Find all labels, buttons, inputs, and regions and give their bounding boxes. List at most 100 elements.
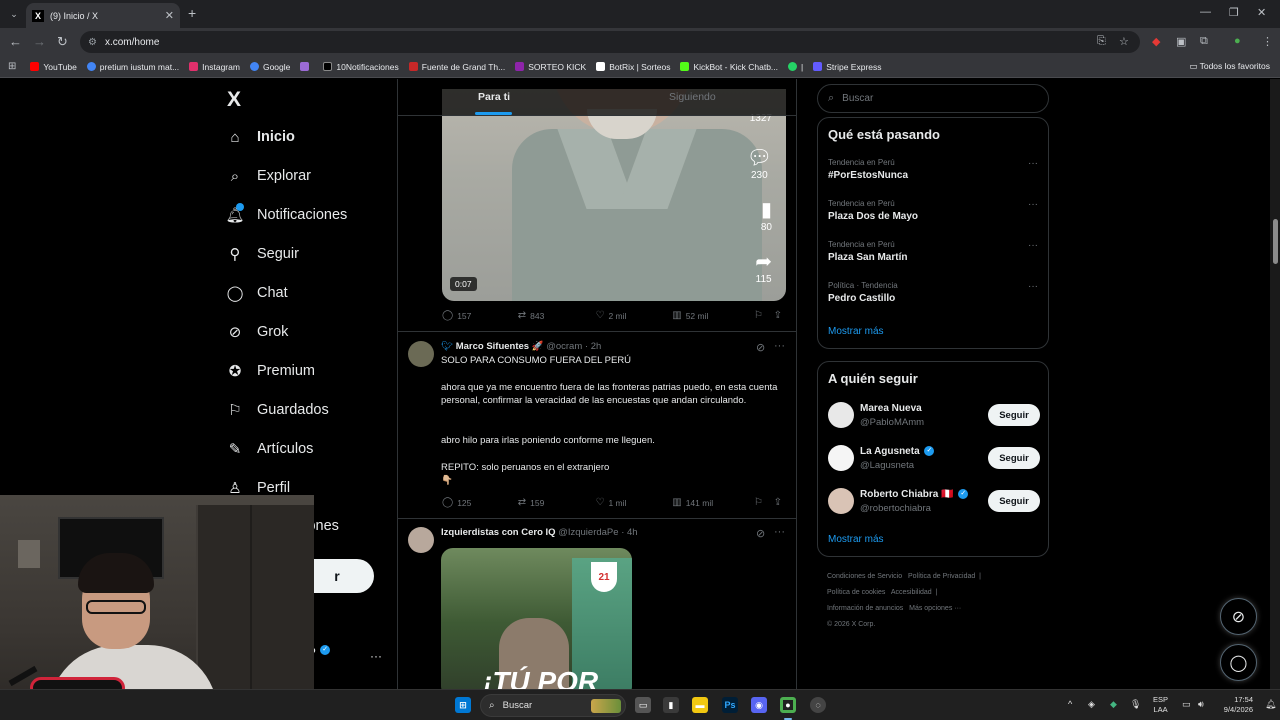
author-handle[interactable]: @IzquierdaPe [558,527,618,538]
repost-button[interactable]: ⇄ 159 [518,497,596,508]
footer-link[interactable]: Más opciones ··· [909,605,961,612]
extension-icon[interactable]: ▣ [1176,35,1186,48]
avatar[interactable] [408,527,434,553]
nav-grok[interactable]: ⊘ Grok [226,323,289,341]
nav-notifications[interactable]: 🔔︎ Notificaciones [225,203,347,224]
tab-following[interactable]: Siguiendo [669,91,716,103]
grok-icon[interactable]: ⊘ [756,341,765,354]
footer-link[interactable]: Información de anuncios [827,605,903,612]
avatar[interactable] [408,341,434,367]
profile-avatar-icon[interactable]: ● [1234,35,1241,47]
tab-for-you[interactable]: Para ti [478,91,510,103]
author-name[interactable]: Izquierdistas con Cero IQ [441,527,556,538]
tweet-more-icon[interactable]: ··· [774,340,785,352]
footer-link[interactable]: Condiciones de Servicio [827,573,902,580]
tweet-media[interactable]: 21 ¡TÚ POR [441,548,632,689]
tweet-video[interactable]: 0:07 1327 💬︎ 230 ▮ 80 ➦ 115 [442,89,786,301]
notification-bell-icon[interactable]: 🔔︎ [1265,699,1276,710]
x-logo-icon[interactable]: X [227,88,241,112]
app-notification-icon[interactable]: ◌ [810,697,826,713]
page-scrollbar[interactable] [1270,79,1280,689]
bookmark-gta[interactable]: Fuente de Grand Th... [408,62,505,72]
nav-articles[interactable]: ✎ Artículos [226,440,314,458]
app-icon[interactable]: ▮ [663,697,679,713]
bookmark-youtube[interactable]: YouTube [30,62,77,72]
video-share-count[interactable]: ➦ 115 [755,249,772,285]
discord-icon[interactable]: ◉ [751,697,767,713]
nav-chat[interactable]: ◯ Chat [226,284,288,302]
bookmark-unnamed[interactable] [300,62,313,71]
suggested-account[interactable]: Roberto Chiabra 🇵🇪 ✓ @robertochiabra Seg… [828,488,1040,518]
extension-red-icon[interactable]: ◆ [1152,35,1160,48]
photoshop-icon[interactable]: Ps [722,697,738,713]
trend-more-icon[interactable]: ··· [1028,281,1038,292]
apps-grid-icon[interactable]: ⊞ [8,61,16,72]
footer-link[interactable]: Accesibilidad [891,589,932,596]
suggested-account[interactable]: Marea Nueva @PabloMAmm Seguir [828,402,1040,432]
trend-more-icon[interactable]: ··· [1028,240,1038,251]
account-more-icon[interactable]: ··· [370,649,382,663]
minimize-icon[interactable]: — [1200,6,1211,18]
close-window-icon[interactable]: ✕ [1257,6,1266,19]
author-handle[interactable]: @ocram [546,341,582,352]
follow-button[interactable]: Seguir [988,404,1040,426]
nav-premium[interactable]: ✪ Premium [226,362,315,380]
clock[interactable]: 17:54 9/4/2026 [1213,695,1253,715]
reload-icon[interactable]: ↻ [57,34,68,50]
trends-show-more[interactable]: Mostrar más [828,326,884,337]
footer-link[interactable]: Política de Privacidad [908,573,975,580]
bookmark-button[interactable]: ⚐ [754,310,774,321]
bookmark-sorteo-kick[interactable]: SORTEO KICK [515,62,586,72]
bookmark-kickbot[interactable]: KickBot - Kick Chatb... [680,62,778,72]
bookmark-instagram[interactable]: Instagram [189,62,240,72]
browser-tab[interactable]: X (9) Inicio / X ✕ [26,3,180,28]
tray-app-icon[interactable]: ◆ [1110,699,1117,710]
bookmark-whatsapp[interactable]: | [788,62,803,72]
video-save-count[interactable]: ▮ 80 [761,197,772,233]
maximize-icon[interactable]: ❐ [1229,6,1239,19]
trend-more-icon[interactable]: ··· [1028,199,1038,210]
trend-item[interactable]: Tendencia en Perú Plaza Dos de Mayo ··· [828,199,1040,222]
nav-bookmarks[interactable]: ⚐ Guardados [226,401,328,419]
grok-fab-icon[interactable]: ⊘ [1220,598,1257,635]
extensions-puzzle-icon[interactable]: ⧉ [1200,35,1208,48]
trend-item[interactable]: Tendencia en Perú Plaza San Martín ··· [828,240,1040,263]
scroll-thumb[interactable] [1273,219,1278,264]
share-button[interactable]: ⇪ [774,310,786,321]
site-info-icon[interactable]: ⚙ [88,37,97,48]
like-button[interactable]: ♡ 1 mil [596,497,673,508]
nav-follow[interactable]: ⚲ Seguir [226,245,299,263]
trend-more-icon[interactable]: ··· [1028,158,1038,169]
tray-chevron-icon[interactable]: ^ [1068,699,1072,709]
install-icon[interactable]: ⎘ [1097,35,1106,48]
share-button[interactable]: ⇪ [774,497,786,508]
star-icon[interactable]: ☆ [1119,35,1129,48]
reply-button[interactable]: ◯ 157 [442,310,518,321]
tab-search-icon[interactable]: ⌄ [6,6,22,22]
taskbar-search[interactable]: ⌕ Buscar [480,694,626,717]
browser-menu-icon[interactable]: ⋮ [1262,35,1273,48]
url-bar[interactable]: ⚙ x.com/home [80,31,1140,53]
follow-button[interactable]: Seguir [988,447,1040,469]
trend-item[interactable]: Política · Tendencia Pedro Castillo ··· [828,281,1040,304]
bookmark-stripe[interactable]: Stripe Express [813,62,882,72]
windows-start-icon[interactable]: ⊞ [455,697,471,713]
who-show-more[interactable]: Mostrar más [828,534,884,545]
video-comment-count[interactable]: 💬︎ 230 [747,145,772,181]
volume-icon[interactable]: 🔊︎ [1198,699,1204,710]
grok-icon[interactable]: ⊘ [756,527,765,540]
microphone-icon[interactable]: 🎙︎ [1130,699,1141,710]
follow-button[interactable]: Seguir [988,490,1040,512]
tab-close-icon[interactable]: ✕ [165,9,174,22]
language-indicator[interactable]: ESP LAA [1153,695,1168,715]
tweet-time[interactable]: · 2h [585,341,601,352]
all-bookmarks[interactable]: ▭ Todos los favoritos [1189,61,1270,72]
forward-icon[interactable]: → [33,34,46,49]
network-icon[interactable]: ▭ [1182,699,1191,710]
bookmark-notificaciones[interactable]: 10Notificaciones [323,62,399,72]
bookmark-pretium[interactable]: pretium iustum mat... [86,62,179,72]
views-button[interactable]: ▥ 52 mil [672,310,754,321]
back-icon[interactable]: ← [9,34,22,49]
tray-app-icon[interactable]: ◈ [1088,699,1095,710]
repost-button[interactable]: ⇄ 843 [518,310,596,321]
